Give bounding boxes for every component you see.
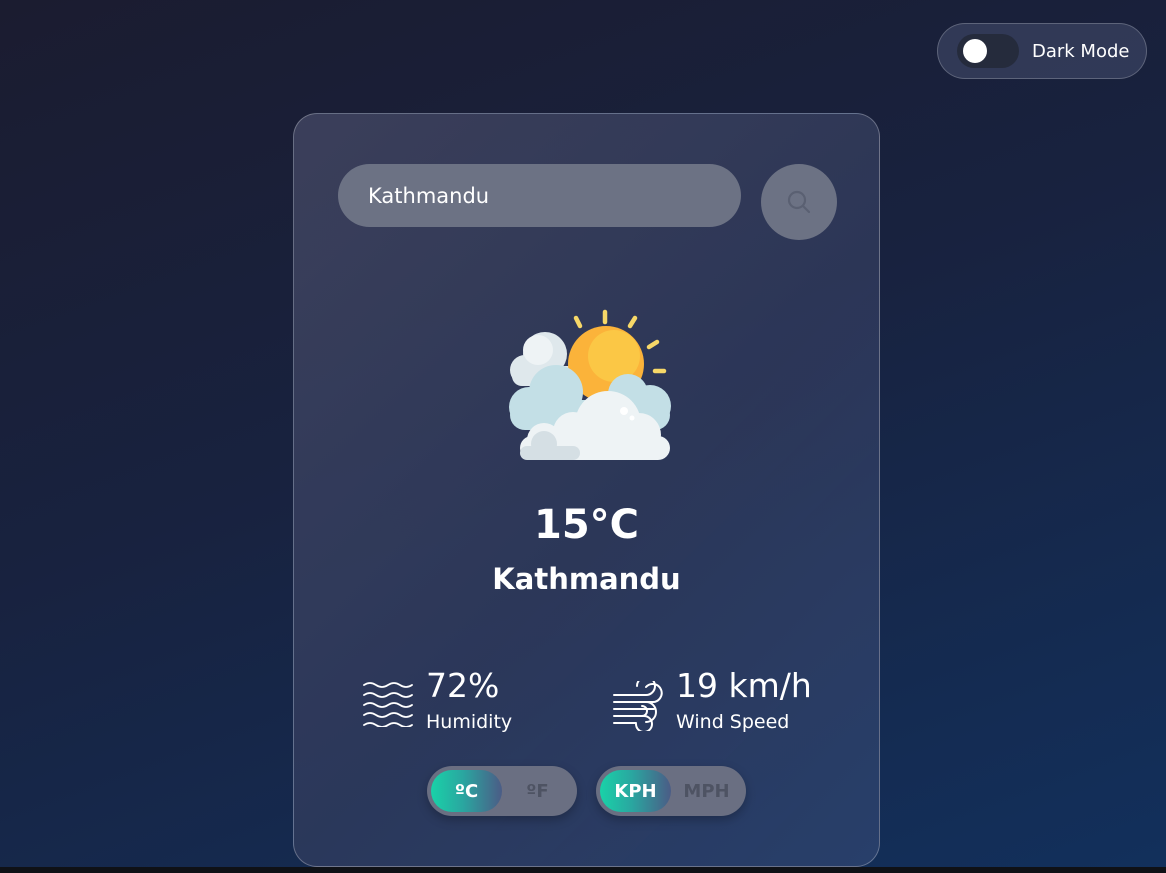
speed-unit-toggle[interactable]: KPH MPH bbox=[596, 766, 746, 816]
bottom-edge bbox=[0, 867, 1166, 873]
celsius-option[interactable]: ºC bbox=[431, 770, 502, 812]
mph-option[interactable]: MPH bbox=[671, 770, 742, 812]
humidity-label: Humidity bbox=[426, 711, 513, 733]
humidity-stat: 72% Humidity bbox=[362, 665, 512, 735]
wind-label: Wind Speed bbox=[676, 711, 790, 733]
search-icon bbox=[787, 190, 811, 214]
wind-icon bbox=[613, 681, 663, 731]
wind-stat: 19 km/h Wind Speed bbox=[612, 665, 812, 735]
fahrenheit-option[interactable]: ºF bbox=[502, 770, 573, 812]
partly-cloudy-icon bbox=[509, 309, 671, 460]
search-input[interactable] bbox=[338, 164, 741, 227]
toggle-knob bbox=[963, 39, 987, 63]
humidity-waves-icon bbox=[363, 682, 413, 727]
temperature: 15°C bbox=[533, 502, 640, 548]
city-name: Kathmandu bbox=[492, 562, 681, 596]
weather-card: 15°C Kathmandu 72% Humidity bbox=[293, 113, 880, 867]
temperature-unit-toggle[interactable]: ºC ºF bbox=[427, 766, 577, 816]
wind-value: 19 km/h bbox=[676, 666, 812, 705]
kph-option[interactable]: KPH bbox=[600, 770, 671, 812]
search-button[interactable] bbox=[761, 164, 837, 240]
dark-mode-label: Dark Mode bbox=[1032, 40, 1130, 62]
toggle-switch[interactable] bbox=[957, 34, 1019, 68]
humidity-value: 72% bbox=[426, 666, 500, 705]
dark-mode-toggle[interactable]: Dark Mode bbox=[937, 23, 1147, 79]
